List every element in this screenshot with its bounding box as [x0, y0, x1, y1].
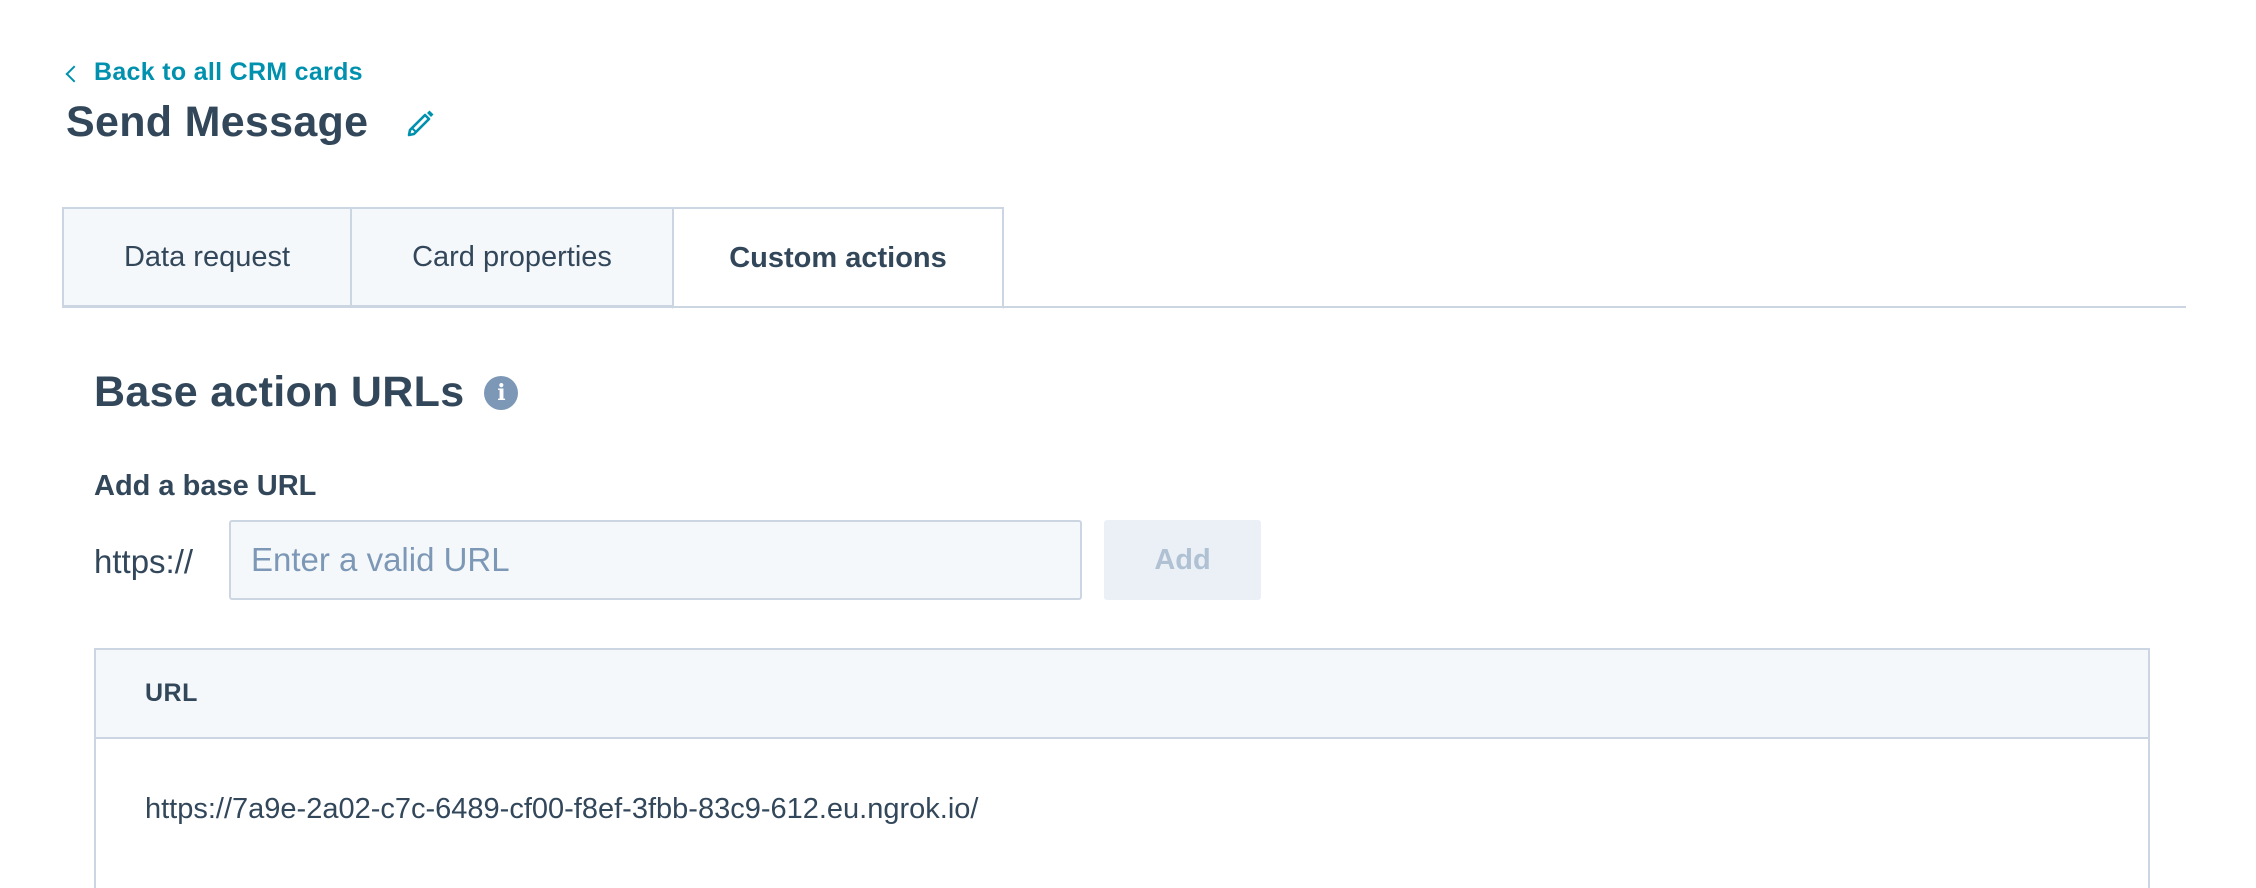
tab-divider [62, 306, 2186, 308]
base-url-field-label: Add a base URL [94, 470, 317, 502]
chevron-left-icon [65, 65, 83, 82]
section-header: Base action URLs i [94, 368, 519, 417]
base-url-input[interactable] [229, 520, 1082, 600]
pencil-icon[interactable] [406, 108, 436, 138]
tab-data-request[interactable]: Data request [62, 207, 352, 307]
url-prefix: https:// [94, 543, 194, 580]
tab-bar: Data request Card properties Custom acti… [62, 207, 1004, 309]
table-header-url: URL [96, 650, 2148, 739]
page-title: Send Message [66, 98, 369, 146]
tab-custom-actions[interactable]: Custom actions [672, 207, 1004, 309]
url-table: URL https://7a9e-2a02-c7c-6489-cf00-f8ef… [94, 648, 2150, 888]
back-to-crm-cards-link[interactable]: Back to all CRM cards [64, 58, 363, 87]
info-icon[interactable]: i [484, 375, 519, 410]
page-header: Send Message [66, 98, 436, 147]
back-link-label: Back to all CRM cards [94, 58, 363, 86]
add-button[interactable]: Add [1104, 520, 1261, 600]
section-title: Base action URLs [94, 368, 465, 416]
table-cell-url: https://7a9e-2a02-c7c-6489-cf00-f8ef-3fb… [145, 792, 979, 825]
table-row: https://7a9e-2a02-c7c-6489-cf00-f8ef-3fb… [96, 739, 2148, 879]
tab-card-properties[interactable]: Card properties [350, 207, 674, 307]
